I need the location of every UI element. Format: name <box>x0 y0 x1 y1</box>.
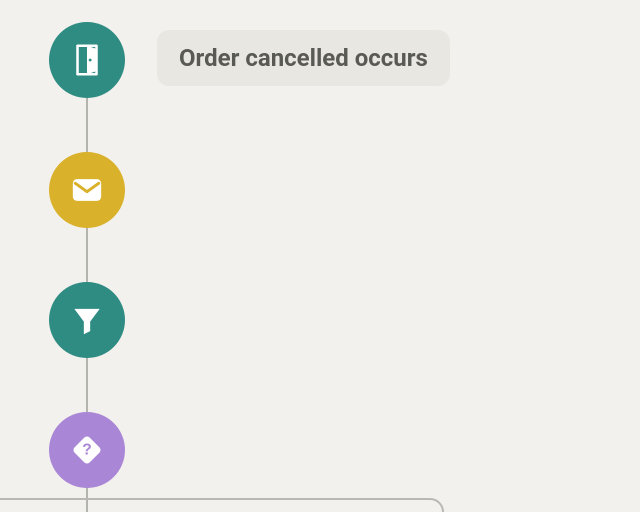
workflow-canvas[interactable]: Order cancelled occurs ? <box>0 0 640 512</box>
email-node[interactable] <box>49 152 125 228</box>
svg-text:?: ? <box>82 442 92 459</box>
trigger-node[interactable] <box>49 22 125 98</box>
condition-node[interactable]: ? <box>49 412 125 488</box>
question-diamond-icon: ? <box>65 428 109 472</box>
branch-container <box>0 498 444 512</box>
filter-node[interactable] <box>49 282 125 358</box>
trigger-label: Order cancelled occurs <box>157 30 450 86</box>
mail-icon <box>67 170 107 210</box>
funnel-icon <box>68 301 106 339</box>
door-icon <box>68 41 106 79</box>
